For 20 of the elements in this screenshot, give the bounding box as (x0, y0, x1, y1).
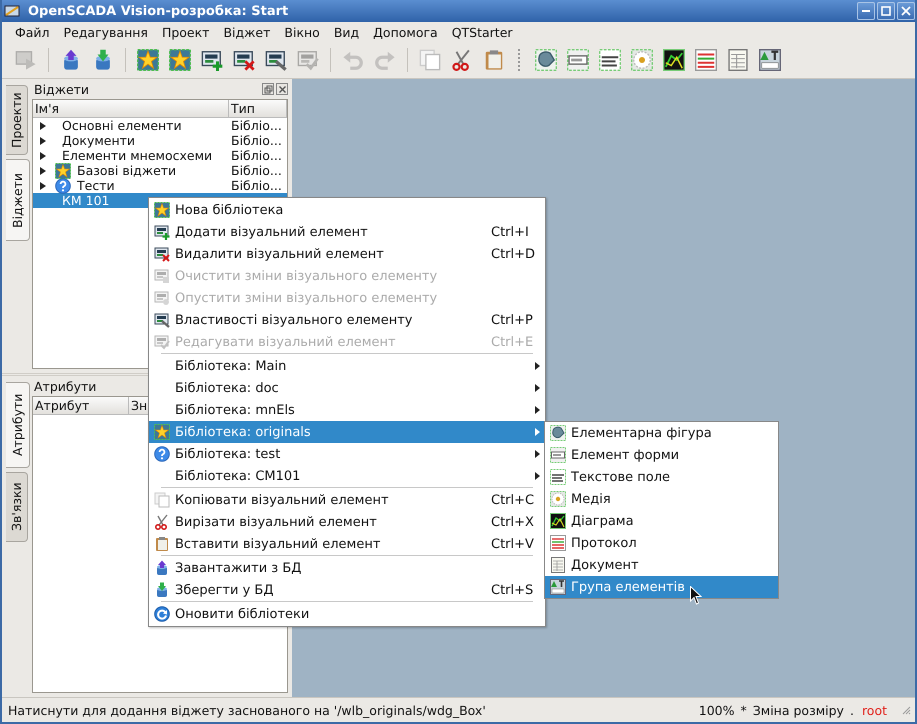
mode-label: Зміна розміру (752, 702, 844, 718)
separator-text: . (850, 702, 854, 718)
tree-item-label: Тести (76, 178, 115, 193)
tree-item-type: Бібліо... (230, 178, 282, 193)
tree-item-type: Бібліо... (230, 118, 282, 133)
modified-text: * (740, 702, 747, 718)
panel-title: Віджети (33, 82, 90, 96)
user-name: root (862, 702, 887, 718)
window-title: OpenSCADA Vision-розробка: Start (28, 4, 290, 18)
tree-item-label: Основні елементи (61, 118, 182, 133)
tree-item-label: Елементи мнемосхеми (61, 148, 212, 163)
tree-item-type: Бібліо... (230, 133, 282, 148)
status-message: Натиснути для додання віджету заснованого на '/wlb_originals/wdg_Box' (8, 702, 487, 718)
tree-item-type: Бібліо... (230, 163, 282, 178)
tree-item-label: Базові віджети (76, 163, 176, 178)
zoom-level: 100% (698, 702, 735, 718)
tree-item-type: Бібліо... (230, 148, 282, 163)
tree-item-label: Документи (61, 133, 136, 148)
panel-title: Атрибути (33, 378, 96, 394)
tree-item-label: КМ 101 (61, 193, 110, 208)
